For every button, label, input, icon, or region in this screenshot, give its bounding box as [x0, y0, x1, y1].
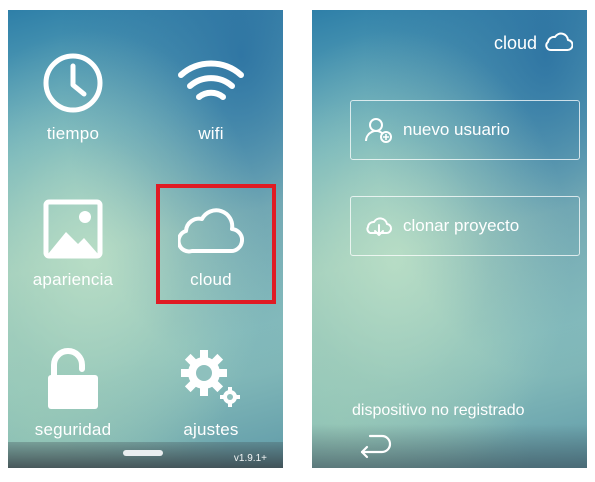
unlock-icon: [38, 344, 108, 414]
tile-label: ajustes: [183, 420, 239, 439]
highlight-box: [156, 184, 276, 304]
bottom-bar: [312, 424, 587, 468]
clone-project-label: clonar proyecto: [403, 216, 520, 235]
tile-label: wifi: [198, 124, 224, 143]
main-menu-screen: tiempo wifi apariencia cloud seguridad a…: [8, 10, 283, 468]
cloud-header-label: cloud: [493, 33, 537, 53]
tile-seguridad[interactable]: seguridad: [13, 338, 133, 458]
tile-wifi[interactable]: wifi: [151, 42, 271, 162]
new-user-label: nuevo usuario: [403, 120, 510, 139]
cloud-icon: [545, 30, 574, 57]
new-user-button[interactable]: nuevo usuario: [350, 100, 580, 160]
registration-status: dispositivo no registrado: [352, 402, 525, 419]
clock-icon: [38, 48, 108, 118]
cloud-download-icon: [365, 212, 393, 240]
image-icon: [38, 194, 108, 264]
gears-icon: [176, 344, 246, 414]
wifi-icon: [176, 48, 246, 118]
cloud-header: cloud: [493, 30, 574, 57]
tile-label: tiempo: [46, 124, 100, 143]
tile-label: apariencia: [32, 270, 114, 289]
tile-apariencia[interactable]: apariencia: [13, 188, 133, 308]
add-user-icon: [365, 116, 393, 144]
cloud-screen: cloud nuevo usuario clonar proyecto disp…: [312, 10, 587, 468]
tile-tiempo[interactable]: tiempo: [13, 42, 133, 162]
tile-ajustes[interactable]: ajustes: [151, 338, 271, 458]
home-handle[interactable]: [123, 450, 163, 456]
clone-project-button[interactable]: clonar proyecto: [350, 196, 580, 256]
version-label: v1.9.1+: [233, 453, 267, 464]
tile-label: seguridad: [34, 420, 112, 439]
back-arrow-icon[interactable]: [358, 432, 392, 460]
